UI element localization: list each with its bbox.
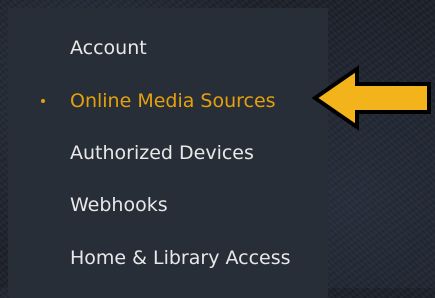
- menu-item-account[interactable]: Account: [70, 35, 147, 61]
- arrow-left-icon: [311, 65, 431, 131]
- menu-item-authorized-devices[interactable]: Authorized Devices: [70, 140, 254, 166]
- menu-item-online-media-sources[interactable]: Online Media Sources: [41, 88, 276, 114]
- menu-item-webhooks[interactable]: Webhooks: [70, 192, 168, 218]
- menu-item-home-library-access[interactable]: Home & Library Access: [70, 245, 291, 271]
- active-bullet-icon: [41, 99, 45, 103]
- settings-menu-panel: Account Online Media Sources Authorized …: [8, 8, 328, 298]
- menu-item-label: Online Media Sources: [70, 90, 276, 112]
